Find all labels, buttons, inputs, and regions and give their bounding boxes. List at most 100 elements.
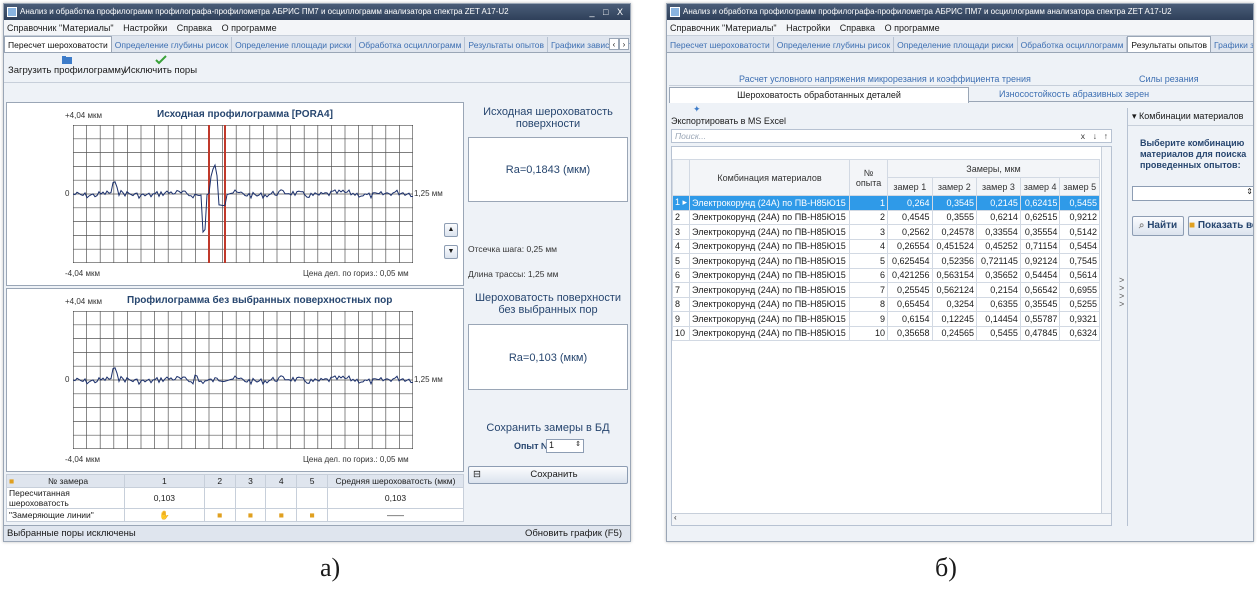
table-cell[interactable]: 0,5455 [976,325,1021,341]
table-cell[interactable]: 0,2145 [976,195,1021,211]
excel-icon[interactable]: ✦ [693,104,701,115]
table-cell[interactable]: 0,5255 [1059,296,1100,312]
table-row[interactable]: 10 Электрокорунд (24А) по ПВ-Н85Ю15 10 0,35… [671,325,1100,341]
col-measure-4[interactable]: замер 4 [1019,177,1061,196]
table-cell[interactable]: 0,9321 [1059,311,1100,327]
search-next-button[interactable]: ↓ [1093,130,1097,142]
tab-results[interactable]: Результаты опытов [465,37,549,52]
table-row[interactable]: 9 Электрокорунд (24А) по ПВ-Н85Ю15 9 0,6154… [671,311,1100,327]
table-cell[interactable]: 0,45252 [976,238,1021,254]
table-cell[interactable]: 9 [849,311,889,327]
table-cell[interactable]: Электрокорунд (24А) по ПВ-Н85Ю15 [689,224,851,240]
table-cell[interactable]: 0,47845 [1019,325,1061,341]
table-cell[interactable]: 0,12245 [931,311,978,327]
table-cell[interactable]: 9 [671,311,691,327]
table-cell[interactable]: 8 [849,296,889,312]
search-clear-button[interactable]: x [1081,130,1085,142]
subtab-wear[interactable]: Износостойкость абразивных зерен [999,87,1149,102]
table-cell[interactable]: 0,6955 [1059,282,1100,298]
table-cell[interactable]: ■ [203,508,236,522]
table-cell[interactable] [265,487,298,509]
table-cell[interactable]: 2 [849,209,889,225]
table-cell[interactable]: 0,6154 [887,311,933,327]
table-cell[interactable]: 0,55787 [1019,311,1061,327]
table-cell[interactable]: 4 [671,238,691,254]
tab-graphs[interactable]: Графики зависимости параме [1211,37,1253,52]
menu-about[interactable]: О программе [222,23,277,33]
table-cell[interactable]: Электрокорунд (24А) по ПВ-Н85Ю15 [689,311,851,327]
tab-results[interactable]: Результаты опытов [1127,36,1212,52]
table-cell[interactable]: 0,264 [887,195,933,211]
table-cell[interactable]: ✋ [124,508,205,522]
table-row[interactable]: 5 Электрокорунд (24А) по ПВ-Н85Ю15 5 0,6254… [671,253,1100,269]
table-cell[interactable]: 2 [671,209,691,225]
table-cell[interactable]: 0,103 [124,487,205,509]
materials-select[interactable]: ⇕ [1132,186,1253,201]
table-row[interactable]: 8 Электрокорунд (24А) по ПВ-Н85Ю15 8 0,6545… [671,296,1100,312]
chart1-plot[interactable] [73,125,413,263]
table-cell[interactable]: 1 [849,195,889,211]
table-cell[interactable]: 0,3545 [931,195,978,211]
col-measure-2[interactable]: замер 2 [931,177,978,196]
table-cell[interactable]: Электрокорунд (24А) по ПВ-Н85Ю15 [689,238,851,254]
table-cell[interactable]: 0,62515 [1019,209,1061,225]
exclude-pores-button[interactable]: Исключить поры [124,55,197,76]
tab-roughness[interactable]: Пересчет шероховатости [4,36,112,52]
splitter-arrows[interactable]: > > > > [1119,276,1124,309]
table-cell[interactable]: 0,65454 [887,296,933,312]
table-cell[interactable]: 0,24565 [931,325,978,341]
table-cell[interactable]: 0,35554 [1019,224,1061,240]
table-cell[interactable]: 0,6355 [976,296,1021,312]
table-cell[interactable]: 10 [671,325,691,341]
export-excel-button[interactable]: Экспортировать в MS Excel [671,116,786,126]
materials-panel-header[interactable]: ▾ Комбинации материалов [1128,108,1253,126]
table-cell[interactable] [234,487,267,509]
table-cell[interactable]: 0,56542 [1019,282,1061,298]
refresh-graph-button[interactable]: Обновить график (F5) [525,526,622,541]
menu-help[interactable]: Справка [177,23,212,33]
table-cell[interactable]: Электрокорунд (24А) по ПВ-Н85Ю15 [689,325,851,341]
table-cell[interactable]: 3 [671,224,691,240]
tab-oscillograms[interactable]: Обработка осциллограмм [356,37,466,52]
hand-icon[interactable]: ✋ [159,510,170,520]
table-cell[interactable]: 1 ▸ [671,195,691,211]
scroll-left-icon[interactable]: ‹ [674,513,677,522]
table-cell[interactable]: 0,5142 [1059,224,1100,240]
table-cell[interactable]: 0,54454 [1019,267,1061,283]
table-cell[interactable]: 0,451524 [931,238,978,254]
table-cell[interactable]: 5 [849,253,889,269]
save-button[interactable]: ⊟ Сохранить [468,466,628,484]
table-cell[interactable]: 4 [849,238,889,254]
table-cell[interactable]: 6 [671,267,691,283]
table-cell[interactable]: Электрокорунд (24А) по ПВ-Н85Ю15 [689,267,851,283]
find-button[interactable]: ⌕ Найти [1132,216,1184,236]
subtab-stress[interactable]: Расчет условного напряжения микрорезания… [739,72,1031,86]
search-prev-button[interactable]: ↑ [1104,130,1108,142]
scroll-down-button[interactable]: ▼ [444,245,458,259]
tab-oscillograms[interactable]: Обработка осциллограмм [1018,37,1128,52]
folder-icon[interactable]: ■ [310,510,315,520]
table-cell[interactable]: 0,35658 [887,325,933,341]
table-cell[interactable]: Электрокорунд (24А) по ПВ-Н85Ю15 [689,296,851,312]
window-controls[interactable]: _ □ X [590,4,626,20]
folder-icon[interactable]: ■ [279,510,284,520]
folder-icon[interactable]: ■ [248,510,253,520]
table-cell[interactable]: 0,9212 [1059,209,1100,225]
table-cell[interactable]: 0,721145 [976,253,1021,269]
table-cell[interactable]: 0,3555 [931,209,978,225]
menu-settings[interactable]: Настройки [786,23,830,33]
menu-materials[interactable]: Справочник "Материалы" [670,23,777,33]
table-cell[interactable]: 0,4545 [887,209,933,225]
table-cell[interactable]: 0,26554 [887,238,933,254]
search-input[interactable]: Поиск... x ↓ ↑ [671,129,1112,143]
table-row[interactable]: 3 Электрокорунд (24А) по ПВ-Н85Ю15 3 0,2562… [671,224,1100,240]
table-row[interactable]: 6 Электрокорунд (24А) по ПВ-Н85Ю15 6 0,4212… [671,267,1100,283]
table-cell[interactable]: 6 [849,267,889,283]
table-cell[interactable]: 0,5454 [1059,238,1100,254]
table-cell[interactable]: 0,14454 [976,311,1021,327]
table-cell[interactable]: 10 [849,325,889,341]
table-cell[interactable]: 0,562124 [931,282,978,298]
table-cell[interactable]: 7 [671,282,691,298]
table-cell[interactable]: 0,71154 [1019,238,1061,254]
table-row[interactable]: 4 Электрокорунд (24А) по ПВ-Н85Ю15 4 0,2655… [671,238,1100,254]
